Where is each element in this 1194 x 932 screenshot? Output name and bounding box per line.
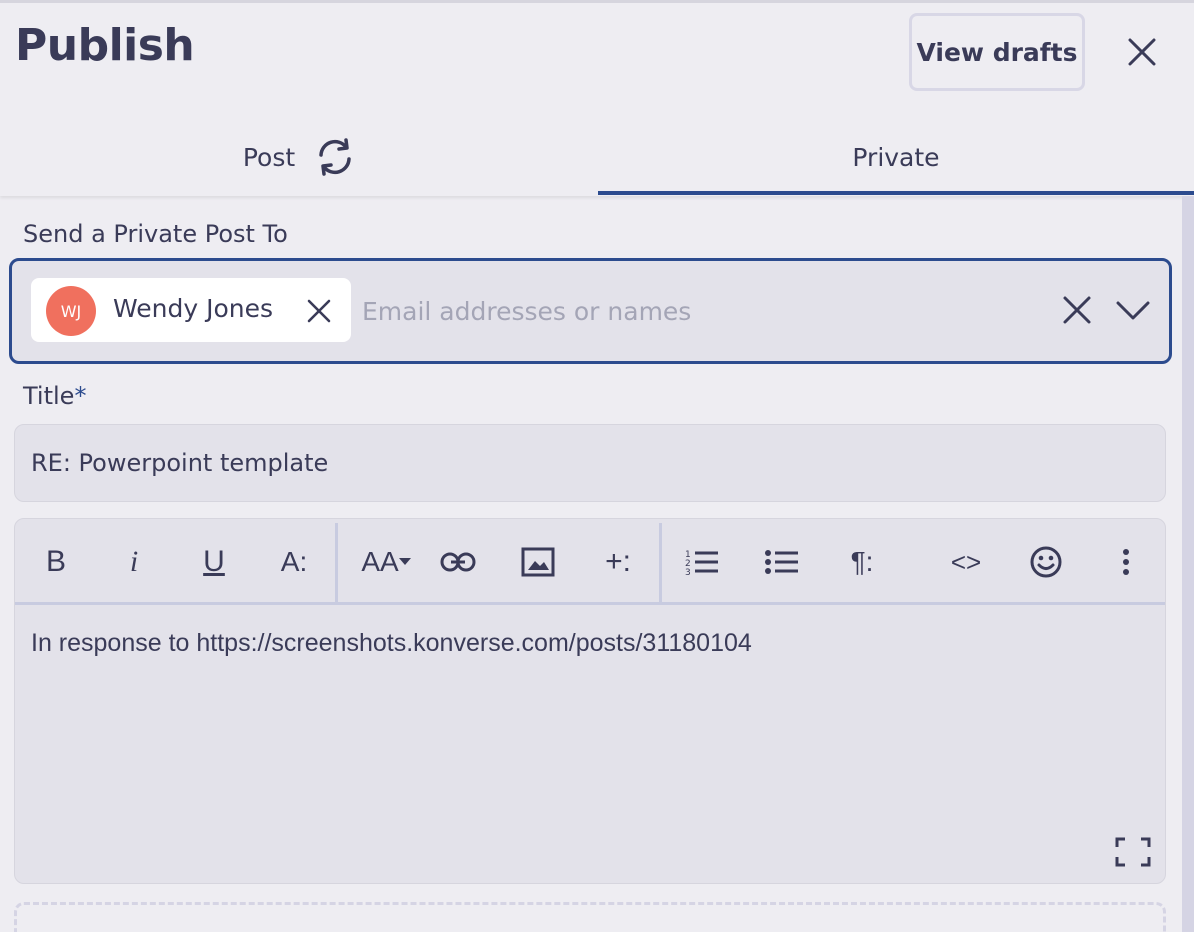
- more-options-button[interactable]: [1101, 539, 1151, 585]
- toolbar-divider: [335, 523, 338, 603]
- code-button[interactable]: <>: [941, 539, 991, 585]
- image-icon: [521, 547, 555, 577]
- rich-text-editor: B i U A: AA +: 1 2 3 ¶: <> In response t…: [14, 518, 1166, 884]
- clear-recipients-icon[interactable]: [1062, 295, 1092, 325]
- expand-icon[interactable]: [1115, 837, 1151, 867]
- tab-private-label: Private: [852, 142, 940, 172]
- remove-recipient-icon[interactable]: [306, 298, 332, 324]
- editor-toolbar: B i U A: AA +: 1 2 3 ¶: <>: [15, 519, 1165, 605]
- recipients-label: Send a Private Post To: [23, 220, 288, 248]
- close-icon: [1128, 38, 1156, 66]
- underline-button[interactable]: U: [189, 539, 239, 585]
- link-icon: [440, 552, 476, 572]
- publish-header: Publish View drafts Post Private: [0, 0, 1194, 196]
- scrollbar[interactable]: [1182, 196, 1194, 932]
- bullet-list-icon: [765, 550, 798, 574]
- recipient-field[interactable]: WJ Wendy Jones: [9, 258, 1172, 364]
- link-button[interactable]: [433, 539, 483, 585]
- svg-text:3: 3: [685, 568, 691, 576]
- recipient-name: Wendy Jones: [113, 294, 274, 323]
- tab-post-label: Post: [242, 142, 296, 172]
- chevron-down-icon[interactable]: [1115, 297, 1151, 323]
- title-label-text: Title: [23, 382, 75, 410]
- tab-post[interactable]: Post: [0, 118, 598, 196]
- italic-button[interactable]: i: [109, 539, 159, 585]
- refresh-icon: [315, 137, 355, 177]
- font-size-button[interactable]: AA: [355, 539, 417, 585]
- text-style-button[interactable]: A:: [269, 539, 319, 585]
- title-label: Title*: [23, 382, 86, 410]
- avatar: WJ: [46, 286, 96, 336]
- page-title: Publish: [15, 20, 195, 71]
- attachment-dropzone[interactable]: [14, 902, 1166, 932]
- tab-private[interactable]: Private: [598, 118, 1194, 196]
- emoji-icon: [1030, 546, 1062, 578]
- required-mark: *: [74, 382, 87, 410]
- title-input[interactable]: [14, 424, 1166, 502]
- bold-button[interactable]: B: [31, 539, 81, 585]
- bullet-list-button[interactable]: [757, 539, 807, 585]
- close-button[interactable]: [1120, 30, 1164, 74]
- emoji-button[interactable]: [1021, 539, 1071, 585]
- caret-down-icon: [398, 558, 411, 565]
- recipient-chip: WJ Wendy Jones: [31, 278, 351, 342]
- ordered-list-icon: 1 2 3: [685, 550, 718, 576]
- toolbar-divider: [659, 523, 662, 603]
- top-border: [0, 0, 1194, 3]
- more-vertical-icon: [1123, 549, 1129, 575]
- paragraph-button[interactable]: ¶:: [837, 539, 887, 585]
- insert-more-button[interactable]: +:: [593, 539, 643, 585]
- active-tab-indicator: [598, 191, 1194, 195]
- view-drafts-button[interactable]: View drafts: [909, 13, 1085, 91]
- editor-content[interactable]: In response to https://screenshots.konve…: [31, 629, 752, 658]
- recipient-search-input[interactable]: [362, 291, 1022, 331]
- ordered-list-button[interactable]: 1 2 3: [677, 539, 727, 585]
- image-button[interactable]: [513, 539, 563, 585]
